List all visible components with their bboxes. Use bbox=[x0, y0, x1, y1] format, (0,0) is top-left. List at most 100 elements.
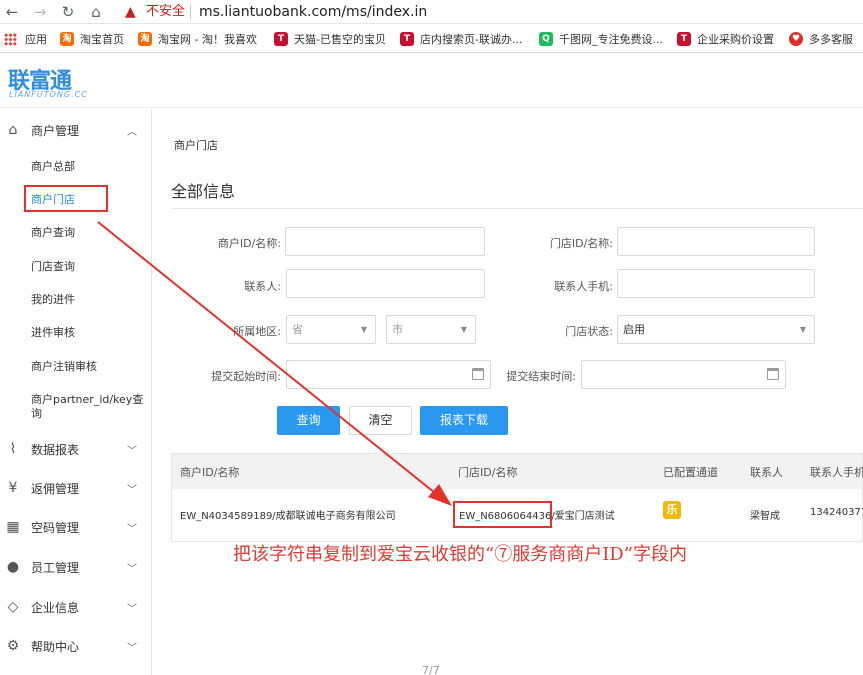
start-time-picker[interactable] bbox=[286, 360, 491, 389]
column-header: 联系人 bbox=[750, 466, 783, 479]
phone-cell: 134240377 bbox=[810, 507, 863, 518]
chevron-down-icon: ﹀ bbox=[127, 642, 137, 654]
bookmark-apps[interactable]: 应用 bbox=[4, 30, 47, 48]
calendar-icon bbox=[472, 368, 484, 380]
table-header: 商户ID/名称 门店ID/名称 已配置通道 联系人 联系人手机 bbox=[172, 454, 863, 489]
sidebar-item-store-query[interactable]: 门店查询 bbox=[31, 260, 75, 274]
url-field[interactable]: ms.liantuobank.com/ms/index.in bbox=[199, 2, 427, 22]
bookmark-label: 淘宝网 - 淘！我喜欢 bbox=[158, 33, 257, 46]
bookmark-label: 企业采购价设置 bbox=[697, 33, 774, 46]
chevron-down-icon: ﹀ bbox=[127, 563, 137, 575]
forward-icon[interactable]: → bbox=[30, 2, 50, 22]
contact-input[interactable] bbox=[286, 269, 485, 298]
apps-grid-icon bbox=[4, 32, 17, 46]
divider bbox=[171, 208, 863, 209]
city-placeholder: 市 bbox=[392, 323, 403, 336]
address-separator bbox=[190, 4, 191, 20]
qrcode-icon: ▦ bbox=[6, 519, 20, 535]
sidebar-group-reports[interactable]: ⌇ 数据报表 ﹀ bbox=[0, 436, 152, 462]
sidebar-group-label: 返佣管理 bbox=[31, 481, 80, 496]
bookmark-qiantu[interactable]: Q 千图网_专注免费设... bbox=[539, 30, 663, 48]
sidebar-group-merchant[interactable]: ⌂ 商户管理 ︿ bbox=[0, 117, 152, 143]
city-select[interactable]: 市 ▼ bbox=[386, 315, 476, 344]
column-header: 联系人手机 bbox=[810, 466, 863, 479]
merchant-id-label: 商户ID/名称: bbox=[217, 237, 281, 250]
contact-label: 联系人: bbox=[244, 280, 281, 293]
user-icon: ● bbox=[6, 559, 20, 575]
store-name: /爱宝门店测试 bbox=[551, 511, 615, 522]
bookmark-label: 千图网_专注免费设... bbox=[559, 33, 663, 46]
tmall-icon: T bbox=[677, 32, 691, 46]
caret-down-icon: ▼ bbox=[460, 325, 467, 334]
sidebar-item-my-applications[interactable]: 我的进件 bbox=[31, 293, 75, 307]
sidebar-item-application-review[interactable]: 进件审核 bbox=[31, 326, 75, 340]
chevron-down-icon: ﹀ bbox=[127, 603, 137, 615]
browser-address-bar: ← → ↻ ⌂ ▲ 不安全 ms.liantuobank.com/ms/inde… bbox=[0, 0, 863, 24]
taobao-icon: 淘 bbox=[138, 32, 152, 46]
home-icon[interactable]: ⌂ bbox=[86, 2, 106, 22]
end-time-picker[interactable] bbox=[581, 360, 786, 389]
contact-cell: 梁智成 bbox=[750, 511, 780, 522]
sidebar-item-cancellation-review[interactable]: 商户注销审核 bbox=[31, 360, 97, 374]
sidebar-group-label: 企业信息 bbox=[31, 600, 80, 615]
chevron-down-icon: ﹀ bbox=[127, 523, 137, 535]
province-placeholder: 省 bbox=[292, 323, 303, 336]
sidebar-item-label-cont: 询 bbox=[31, 407, 42, 420]
query-button[interactable]: 查询 bbox=[277, 406, 340, 435]
taobao-icon: 淘 bbox=[60, 32, 74, 46]
warning-icon[interactable]: ▲ bbox=[125, 2, 136, 22]
end-time-label: 提交结束时间: bbox=[506, 370, 576, 383]
province-select[interactable]: 省 ▼ bbox=[286, 315, 376, 344]
enterprise-icon: ◇ bbox=[7, 599, 19, 615]
store-table: 商户ID/名称 门店ID/名称 已配置通道 联系人 联系人手机 EW_N4034… bbox=[171, 453, 863, 542]
chevron-down-icon: ﹀ bbox=[127, 445, 137, 457]
channel-badge: 乐 bbox=[663, 501, 681, 519]
help-icon: ⚙ bbox=[6, 638, 20, 654]
store-id-input[interactable] bbox=[617, 227, 815, 256]
download-report-button[interactable]: 报表下载 bbox=[420, 406, 508, 435]
sidebar-group-label: 员工管理 bbox=[31, 560, 80, 575]
sidebar-item-headquarters[interactable]: 商户总部 bbox=[31, 160, 75, 174]
bookmark-label: 多多客服 bbox=[809, 33, 853, 46]
store-status-label: 门店状态: bbox=[565, 325, 613, 338]
contact-phone-input[interactable] bbox=[617, 269, 815, 298]
reload-icon[interactable]: ↻ bbox=[58, 2, 78, 22]
calendar-icon bbox=[767, 368, 779, 380]
sidebar-group-qrcode[interactable]: ▦ 空码管理 ﹀ bbox=[0, 514, 152, 540]
contact-phone-label: 联系人手机: bbox=[554, 280, 613, 293]
sidebar-group-label: 空码管理 bbox=[31, 520, 80, 535]
sidebar-group-staff[interactable]: ● 员工管理 ﹀ bbox=[0, 554, 152, 580]
page-indicator: 7/7 bbox=[422, 664, 440, 675]
sidebar-item-label: 商户partner_id/key查 bbox=[31, 393, 144, 406]
back-icon[interactable]: ← bbox=[2, 2, 22, 22]
sidebar-group-help[interactable]: ⚙ 帮助中心 ﹀ bbox=[0, 633, 152, 659]
column-header: 已配置通道 bbox=[663, 466, 718, 479]
bookmark-duoduo[interactable]: ♥ 多多客服 bbox=[789, 30, 853, 48]
bookmark-procurement[interactable]: T 企业采购价设置 bbox=[677, 30, 774, 48]
logo-subtitle: LIANFUTONG.CC bbox=[9, 90, 88, 99]
sidebar-item-partner-key-query[interactable]: 商户partner_id/key查 询 bbox=[31, 393, 143, 421]
qiantu-icon: Q bbox=[539, 32, 553, 46]
bookmark-store-search[interactable]: T 店内搜索页-联诚办... bbox=[400, 30, 522, 48]
sidebar-group-enterprise[interactable]: ◇ 企业信息 ﹀ bbox=[0, 594, 152, 620]
chart-icon: ⌇ bbox=[9, 441, 17, 457]
clear-button[interactable]: 清空 bbox=[349, 406, 412, 435]
security-label[interactable]: 不安全 bbox=[146, 2, 185, 22]
sidebar-item-merchant-query[interactable]: 商户查询 bbox=[31, 226, 75, 240]
store-id-label: 门店ID/名称: bbox=[549, 237, 613, 250]
column-header: 商户ID/名称 bbox=[180, 466, 240, 479]
bookmark-tmall-soldout[interactable]: T 天猫-已售空的宝贝 bbox=[274, 30, 386, 48]
store-status-select[interactable]: 启用 ▼ bbox=[617, 315, 815, 344]
breadcrumb: 商户门店 bbox=[174, 139, 218, 152]
sidebar-group-commission[interactable]: ¥ 返佣管理 ﹀ bbox=[0, 475, 152, 501]
bookmark-label: 淘宝首页 bbox=[80, 33, 124, 46]
bookmark-taobao[interactable]: 淘 淘宝网 - 淘！我喜欢 bbox=[138, 30, 257, 48]
column-header: 门店ID/名称 bbox=[458, 466, 518, 479]
chevron-down-icon: ﹀ bbox=[127, 484, 137, 496]
store-id-highlight-box bbox=[453, 501, 552, 528]
commission-icon: ¥ bbox=[8, 480, 18, 496]
active-item-highlight-box bbox=[24, 185, 108, 212]
merchant-id-input[interactable] bbox=[285, 227, 485, 256]
bookmark-taobao-home[interactable]: 淘 淘宝首页 bbox=[60, 30, 124, 48]
merchant-cell[interactable]: EW_N4034589189/成都联诚电子商务有限公司 bbox=[180, 507, 396, 522]
